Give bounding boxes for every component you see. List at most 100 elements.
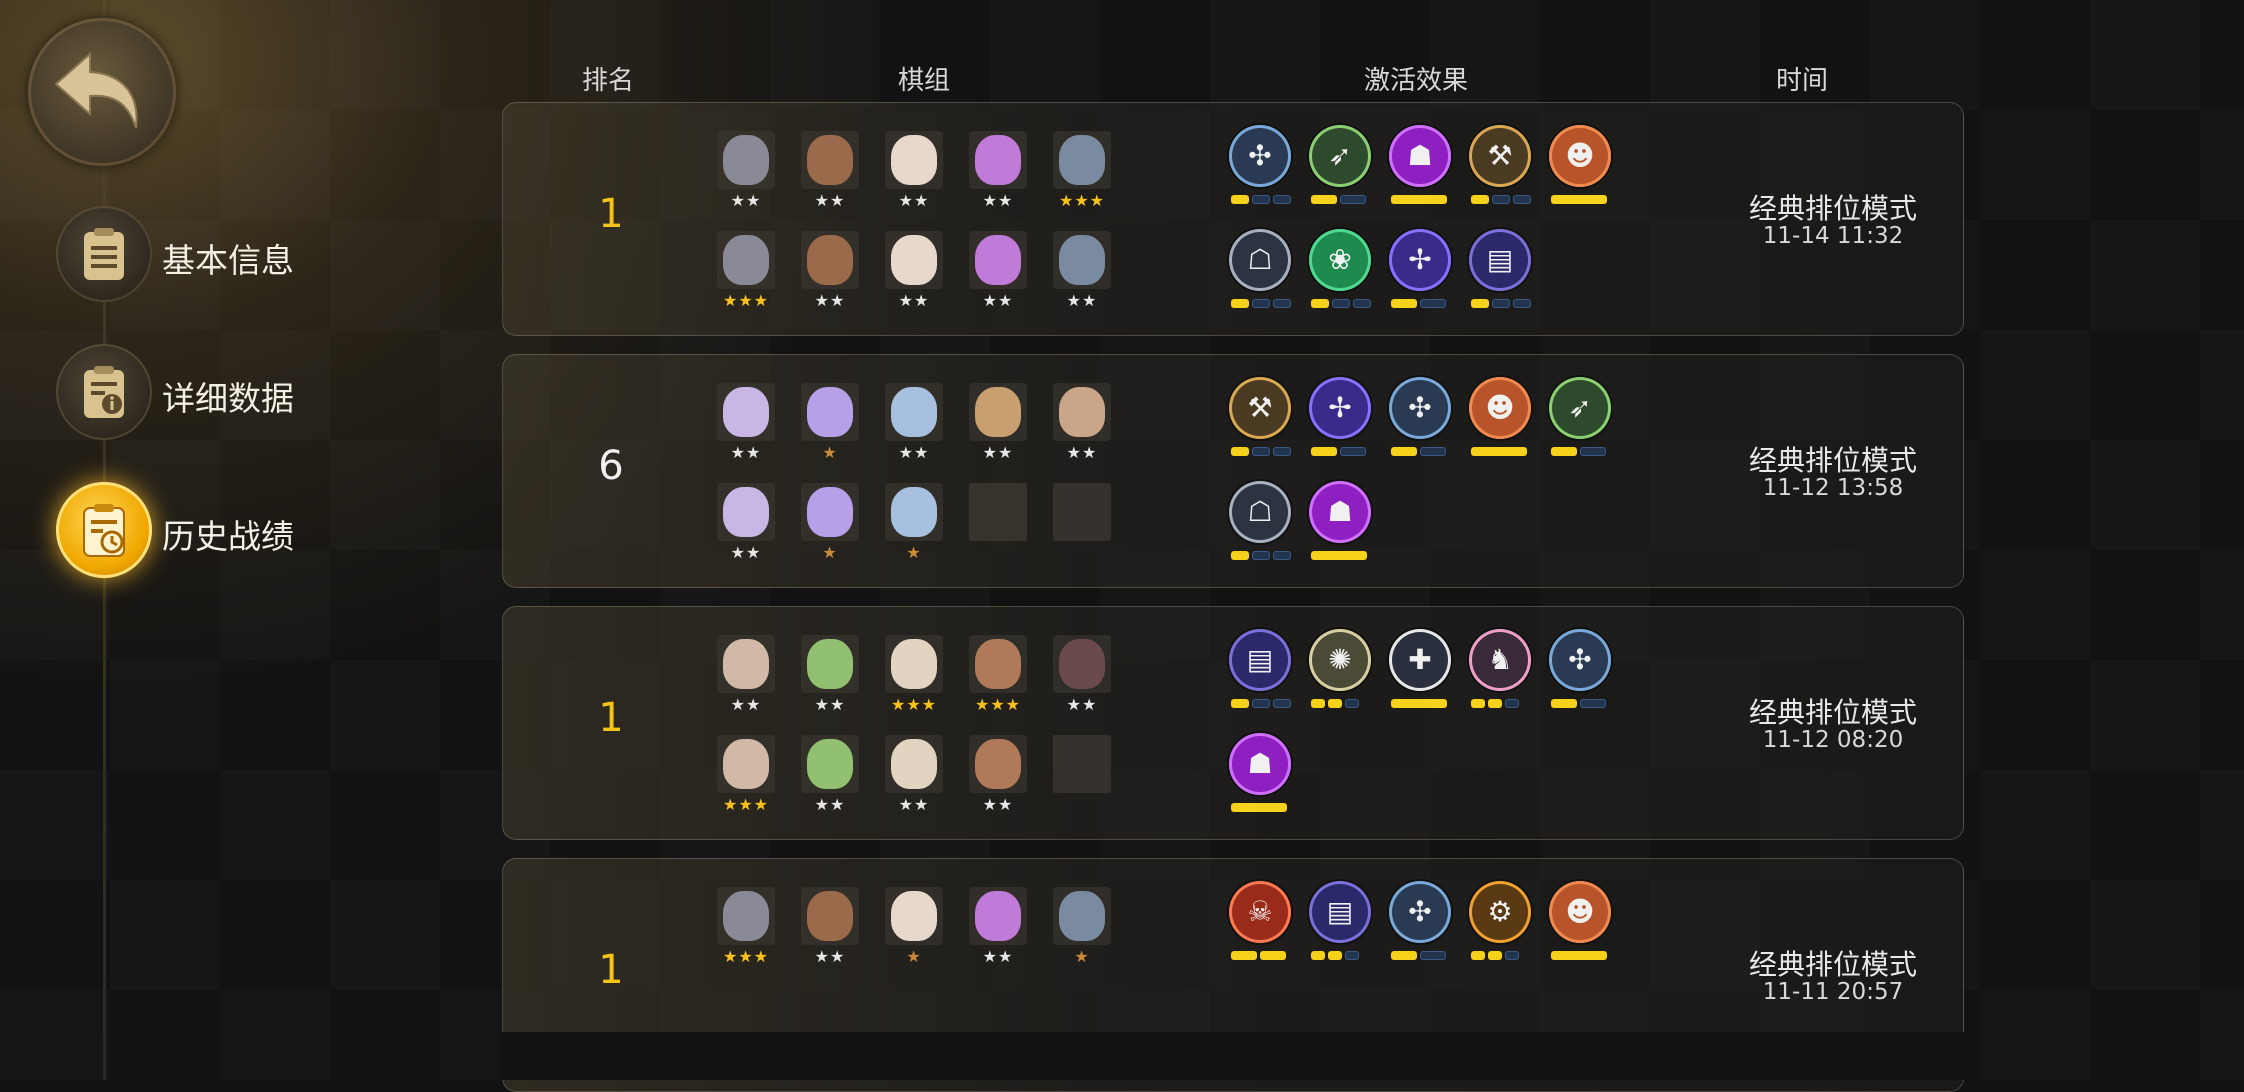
match-row[interactable]: 1 ★★ ★★ ★★ ★★ ★★★ ★★★ ★★ ★★ ★★ ★★ ✣ ➶ ☗ ⚒ ☻ ☖ ❀ ✢ ▤ 经典排位模式 11…: [502, 102, 1964, 336]
match-row[interactable]: 6 ★★ ★ ★★ ★★ ★★ ★★ ★ ★ ⚒ ✢ ✣ ☻ ➶ ☖ ☗ 经典排位模式 11-12 13:58: [502, 354, 1964, 588]
chess-piece-portrait[interactable]: [717, 231, 775, 289]
header-time: 时间: [1776, 66, 1829, 96]
tan-bird-icon[interactable]: ✺: [1309, 629, 1371, 691]
chess-piece-portrait[interactable]: [801, 231, 859, 289]
green-paw-icon[interactable]: ❀: [1309, 229, 1371, 291]
nav-item-basic-info[interactable]: 基本信息: [56, 206, 336, 306]
purple-tablet-icon[interactable]: ▤: [1309, 881, 1371, 943]
chess-piece-portrait[interactable]: [801, 483, 859, 541]
gold-axe-icon[interactable]: ⚒: [1469, 125, 1531, 187]
trait-level-bars: [1391, 299, 1446, 308]
game-mode: 经典排位模式: [1748, 948, 1917, 981]
trait-symbol: ✣: [1408, 391, 1432, 424]
blue-swirl-icon[interactable]: ✣: [1229, 125, 1291, 187]
chess-piece-portrait[interactable]: [717, 735, 775, 793]
star-rating: ★★: [814, 291, 846, 310]
chess-piece-portrait[interactable]: [801, 735, 859, 793]
chess-piece-portrait[interactable]: [885, 131, 943, 189]
match-time: 11-12 13:58: [1762, 475, 1904, 501]
match-rank: 1: [598, 695, 624, 741]
nav-label: 详细数据: [162, 379, 294, 418]
chess-piece-portrait[interactable]: [969, 383, 1027, 441]
chess-piece-portrait[interactable]: [885, 735, 943, 793]
trait-level-bars: [1311, 951, 1359, 960]
green-bow-icon[interactable]: ➶: [1549, 377, 1611, 439]
chess-piece-portrait[interactable]: [885, 383, 943, 441]
purple-tablet-icon[interactable]: ▤: [1229, 629, 1291, 691]
trait-level-bars: [1391, 447, 1446, 456]
chess-piece-portrait[interactable]: [1053, 635, 1111, 693]
trait-level-bars: [1231, 299, 1291, 308]
chess-piece-portrait[interactable]: [717, 131, 775, 189]
star-rating: ★★: [814, 695, 846, 714]
orange-viking-icon[interactable]: ☻: [1469, 377, 1531, 439]
grey-helm-icon[interactable]: ☖: [1229, 481, 1291, 543]
nav-item-detailed-data[interactable]: 详细数据: [56, 344, 336, 444]
chess-piece-portrait[interactable]: [885, 635, 943, 693]
trait-symbol: ✢: [1328, 391, 1352, 424]
chess-piece-portrait[interactable]: [885, 231, 943, 289]
chess-piece-portrait[interactable]: [801, 383, 859, 441]
chess-piece-portrait[interactable]: [801, 131, 859, 189]
gold-gear-icon[interactable]: ⚙: [1469, 881, 1531, 943]
chess-piece-portrait[interactable]: [1053, 887, 1111, 945]
match-rank: 1: [598, 947, 624, 993]
chess-piece-portrait[interactable]: [1053, 131, 1111, 189]
chess-piece-portrait[interactable]: [801, 635, 859, 693]
trait-symbol: ☗: [1247, 747, 1273, 780]
chess-piece-portrait[interactable]: [885, 483, 943, 541]
chess-piece-portrait[interactable]: [969, 231, 1027, 289]
nav-circle-active: [56, 482, 152, 578]
trait-level-bars: [1311, 299, 1371, 308]
purple-fishbone-icon[interactable]: ✢: [1389, 229, 1451, 291]
star-rating: ★★: [982, 443, 1014, 462]
grey-helm-icon[interactable]: ☖: [1229, 229, 1291, 291]
star-rating: ★★: [730, 695, 762, 714]
star-rating: ★★: [898, 191, 930, 210]
blue-swirl-icon[interactable]: ✣: [1549, 629, 1611, 691]
header-effects: 激活效果: [1364, 66, 1469, 96]
chess-piece-portrait[interactable]: [969, 635, 1027, 693]
chess-piece-portrait[interactable]: [801, 887, 859, 945]
purple-demon-icon[interactable]: ☗: [1229, 733, 1291, 795]
orange-viking-icon[interactable]: ☻: [1549, 881, 1611, 943]
gold-axe-icon[interactable]: ⚒: [1229, 377, 1291, 439]
chess-piece-portrait[interactable]: [885, 887, 943, 945]
trait-symbol: ▤: [1326, 895, 1354, 928]
chess-piece-portrait[interactable]: [969, 131, 1027, 189]
trait-level-bars: [1471, 299, 1531, 308]
chess-piece-portrait[interactable]: [717, 483, 775, 541]
purple-tablet-icon[interactable]: ▤: [1469, 229, 1531, 291]
nav-item-match-history[interactable]: 历史战绩: [56, 482, 336, 582]
clipboard-icon: [84, 228, 124, 280]
purple-fishbone-icon[interactable]: ✢: [1309, 377, 1371, 439]
back-button[interactable]: [28, 18, 176, 166]
match-time: 11-11 20:57: [1762, 979, 1904, 1005]
trait-level-bars: [1551, 951, 1607, 960]
portrait-face: [723, 135, 769, 185]
chess-piece-portrait[interactable]: [1053, 231, 1111, 289]
star-rating: ★★★: [974, 695, 1022, 714]
match-row[interactable]: 1 ★★ ★★ ★★★ ★★★ ★★ ★★★ ★★ ★★ ★★ ▤ ✺ ✚ ♞ ✣ ☗ 经典排位模式 11-12 …: [502, 606, 1964, 840]
chess-piece-portrait[interactable]: [969, 887, 1027, 945]
header-lineup: 棋组: [898, 66, 951, 96]
red-demon-icon[interactable]: ☠: [1229, 881, 1291, 943]
white-cross-icon[interactable]: ✚: [1389, 629, 1451, 691]
portrait-face: [1059, 235, 1105, 285]
blue-swirl-icon[interactable]: ✣: [1389, 377, 1451, 439]
purple-demon-icon[interactable]: ☗: [1309, 481, 1371, 543]
trait-symbol: ✢: [1408, 243, 1432, 276]
chess-piece-portrait[interactable]: [1053, 383, 1111, 441]
chess-piece-portrait[interactable]: [717, 635, 775, 693]
blue-swirl-icon[interactable]: ✣: [1389, 881, 1451, 943]
chess-piece-portrait[interactable]: [717, 383, 775, 441]
orange-viking-icon[interactable]: ☻: [1549, 125, 1611, 187]
purple-demon-icon[interactable]: ☗: [1389, 125, 1451, 187]
trait-symbol: ☖: [1247, 243, 1273, 276]
chess-piece-portrait[interactable]: [717, 887, 775, 945]
trait-symbol: ✚: [1408, 643, 1432, 676]
chess-piece-portrait[interactable]: [969, 735, 1027, 793]
green-bow-icon[interactable]: ➶: [1309, 125, 1371, 187]
portrait-face: [891, 739, 937, 789]
pink-knight-icon[interactable]: ♞: [1469, 629, 1531, 691]
